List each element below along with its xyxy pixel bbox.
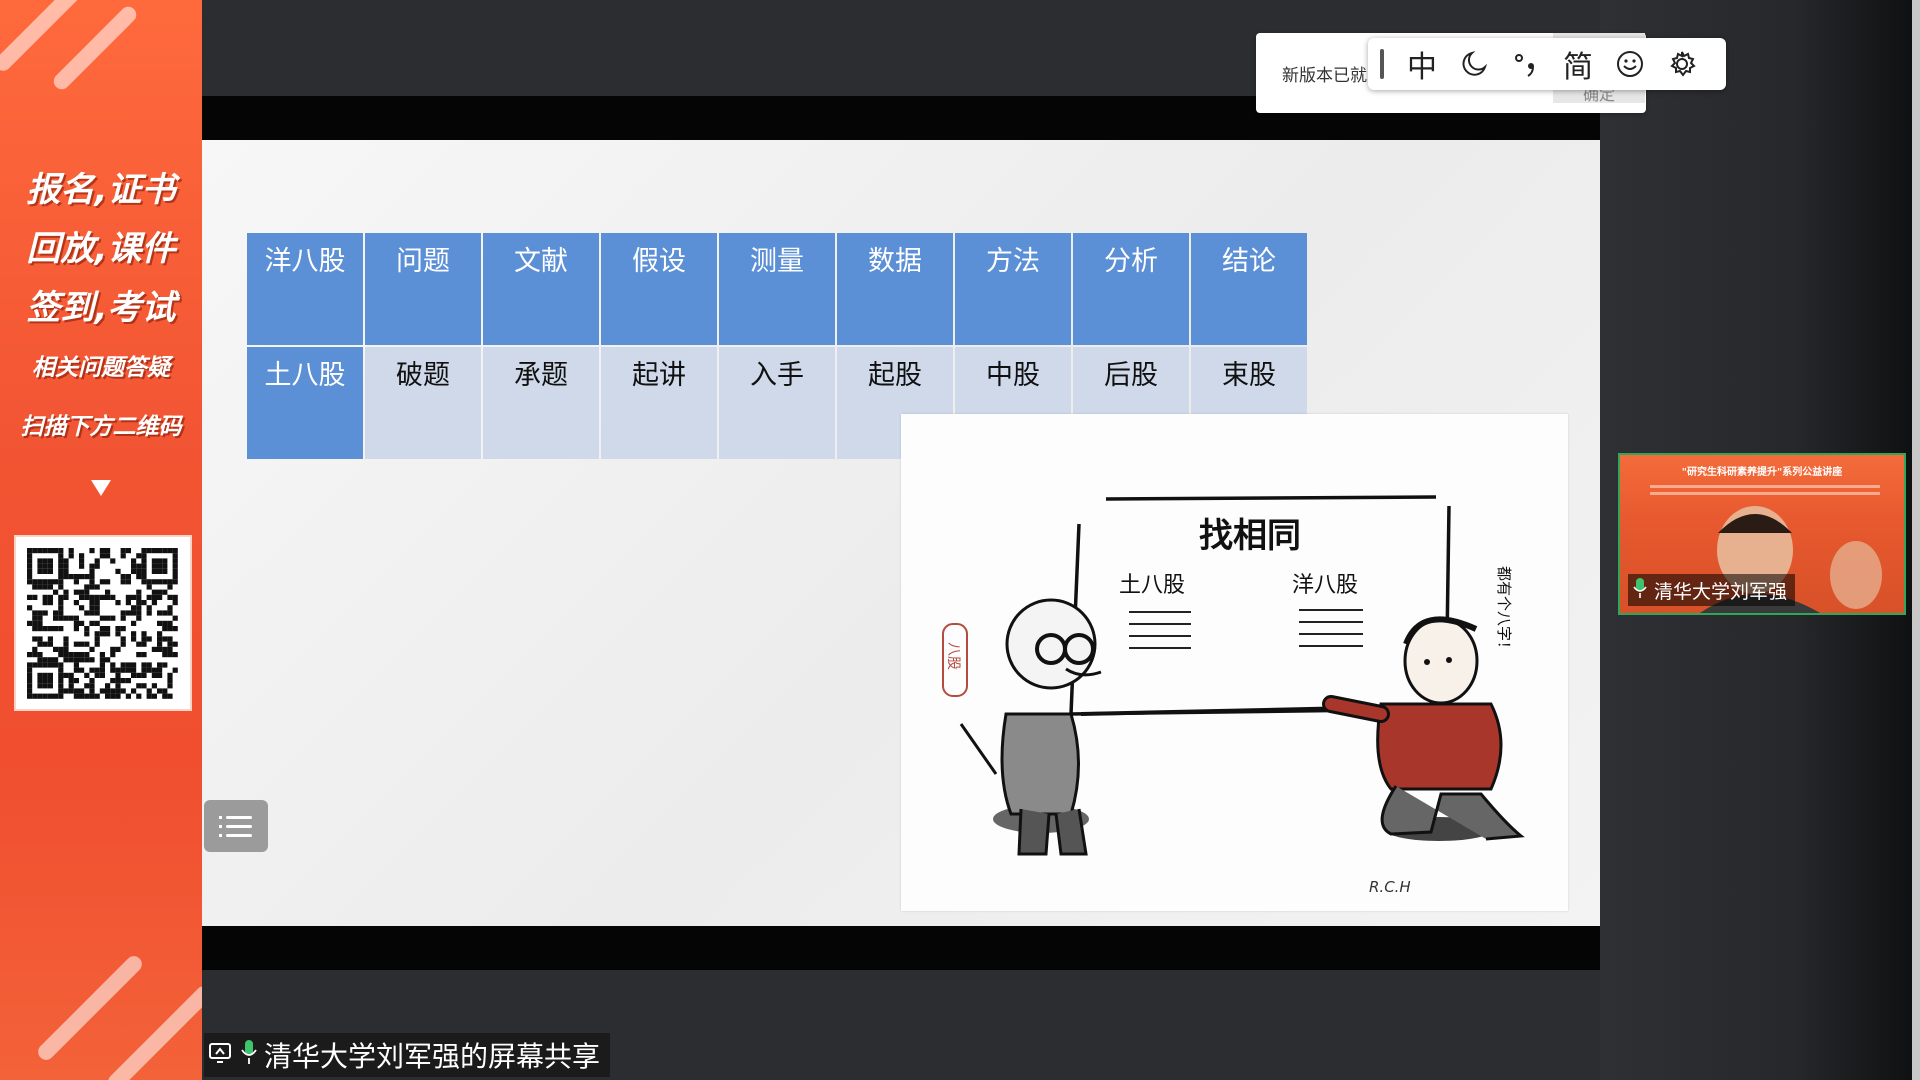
punctuation-icon[interactable] (1500, 38, 1552, 90)
screen-share-owner: 清华大学刘军强的屏幕共享 (264, 1040, 601, 1073)
seal-stamp: 八股 (945, 642, 961, 670)
microphone-icon (1632, 577, 1648, 604)
promo-line-replay: 回放,课件 (26, 229, 176, 269)
artist-signature: R.C.H (1369, 878, 1411, 896)
table-cell: 破题 (365, 347, 481, 459)
screen-share-label: 清华大学刘军强的屏幕共享 (204, 1033, 611, 1077)
table-cell: 文献 (483, 233, 599, 345)
moon-icon[interactable] (1448, 38, 1500, 90)
ime-drag-handle[interactable] (1380, 49, 1384, 79)
table-cell: 土八股 (247, 347, 363, 459)
update-notification-text: 新版本已就 (1282, 66, 1367, 86)
gear-icon[interactable] (1656, 38, 1708, 90)
decor-stripe (104, 982, 202, 1080)
window-edge (1912, 0, 1920, 1080)
speaker-video-tile[interactable]: "研究生科研素养提升"系列公益讲座 清华大学刘军强 (1618, 453, 1906, 615)
screen-share-icon (208, 1039, 234, 1072)
ime-toolbar: 中 简 (1368, 38, 1726, 90)
table-cell: 分析 (1073, 233, 1189, 345)
board-left-label: 土八股 (1119, 573, 1185, 598)
cartoon-illustration: 找相同 土八股 洋八股 都有个八字！ 八股 R.C.H (901, 414, 1568, 911)
table-cell: 问题 (365, 233, 481, 345)
promo-line-registration: 报名,证书 (26, 170, 176, 210)
speaker-name-label: 清华大学刘军强 (1628, 574, 1796, 606)
side-note: 都有个八字！ (1495, 566, 1513, 656)
promo-sidebar: 报名,证书 回放,课件 签到,考试 相关问题答疑 扫描下方二维码 (0, 0, 202, 1080)
speaker-name: 清华大学刘军强 (1654, 580, 1788, 603)
decor-stripe (34, 952, 146, 1064)
board-title: 找相同 (1199, 516, 1301, 556)
board-right-label: 洋八股 (1292, 573, 1358, 598)
table-cell: 假设 (601, 233, 717, 345)
table-cell: 方法 (955, 233, 1071, 345)
promo-line-checkin: 签到,考试 (26, 288, 176, 328)
arrow-down-icon (91, 480, 111, 496)
shared-slide: 洋八股 问题 文献 假设 测量 数据 方法 分析 结论 土八股 破题 承题 起讲… (202, 140, 1600, 926)
letterbox-bottom (202, 926, 1600, 970)
promo-line-qa: 相关问题答疑 (32, 355, 170, 381)
microphone-icon (240, 1039, 258, 1072)
table-cell: 结论 (1191, 233, 1307, 345)
ime-language-toggle[interactable]: 中 (1396, 38, 1448, 90)
emoji-icon[interactable] (1604, 38, 1656, 90)
ime-script-toggle[interactable]: 简 (1552, 38, 1604, 90)
table-cell: 入手 (719, 347, 835, 459)
table-cell: 洋八股 (247, 233, 363, 345)
qr-code[interactable] (16, 537, 190, 709)
table-cell: 承题 (483, 347, 599, 459)
table-cell: 测量 (719, 233, 835, 345)
table-row-western: 洋八股 问题 文献 假设 测量 数据 方法 分析 结论 (247, 233, 1307, 345)
table-cell: 起讲 (601, 347, 717, 459)
table-cell: 数据 (837, 233, 953, 345)
decor-stripe (50, 3, 140, 93)
promo-line-scan: 扫描下方二维码 (20, 414, 182, 440)
menu-list-button[interactable] (204, 800, 268, 852)
